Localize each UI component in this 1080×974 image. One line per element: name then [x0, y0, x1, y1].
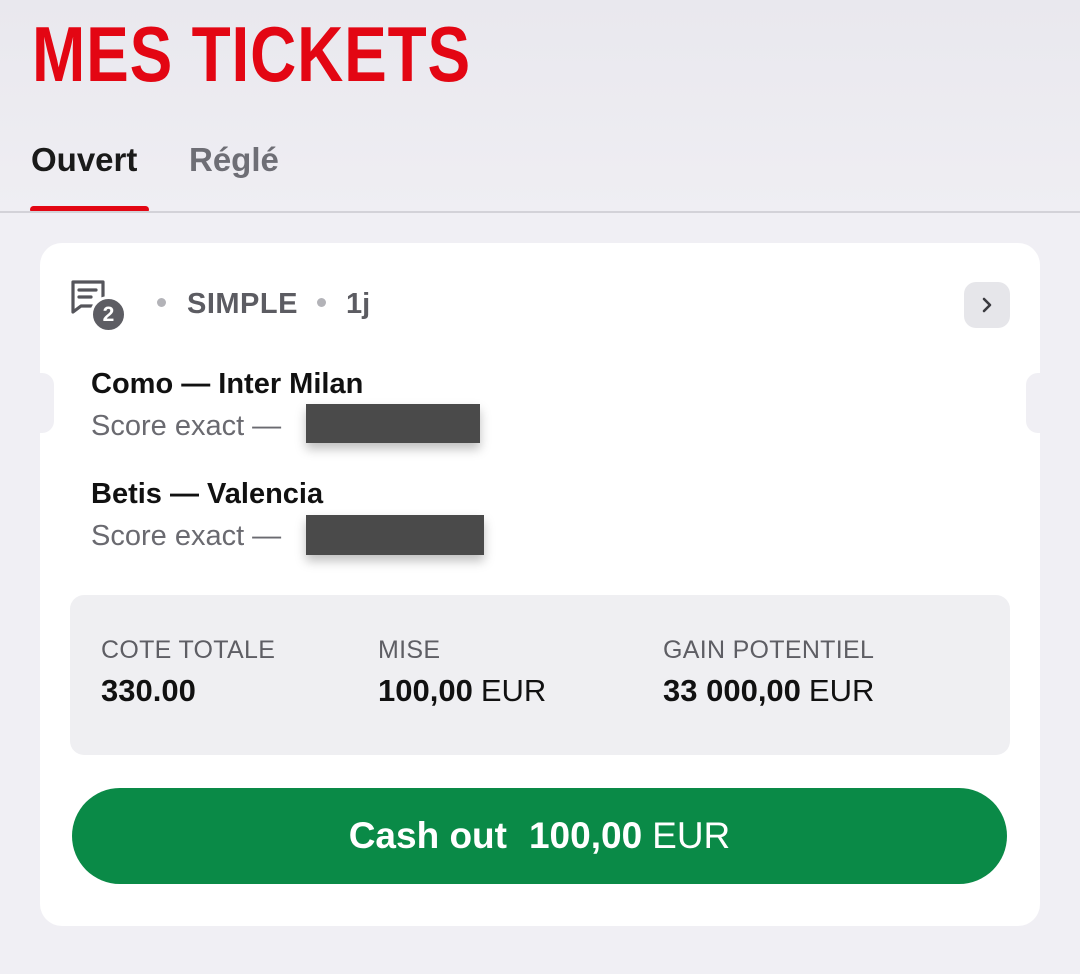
selection-market: Score exact — [91, 410, 282, 442]
cash-out-label: Cash out [348, 815, 507, 856]
total-odds-label: COTE TOTALE [101, 636, 276, 664]
potential-payout-value: 33 000,00 EUR [663, 673, 875, 708]
selection-market: Score exact — [91, 520, 282, 552]
tab-open[interactable]: Ouvert [31, 140, 137, 180]
ticket-notch-right [1026, 373, 1040, 433]
cash-out-amount: 100,00 [528, 815, 643, 856]
tab-settled[interactable]: Réglé [189, 140, 279, 180]
cash-out-button[interactable]: Cash out 100,00 EUR [72, 788, 1007, 884]
header: MES TICKETS Ouvert Réglé [0, 0, 1080, 213]
open-ticket-button[interactable] [964, 282, 1010, 328]
redacted-pick [306, 404, 480, 443]
separator-dot [317, 298, 326, 307]
selection-match: Betis — Valencia [91, 478, 324, 510]
separator-dot [157, 298, 166, 307]
selection-count-badge: 2 [90, 296, 127, 333]
tickets-page: MES TICKETS Ouvert Réglé 2 SIMPLE 1j Com… [0, 0, 1080, 974]
header-divider [0, 211, 1080, 213]
cash-out-currency: EUR [652, 815, 731, 856]
bet-type: SIMPLE [187, 288, 298, 320]
stake-label: MISE [378, 636, 441, 664]
bet-age: 1j [346, 288, 371, 320]
redacted-pick [306, 515, 484, 555]
stake-value: 100,00 EUR [378, 673, 547, 708]
total-odds-value: 330.00 [101, 673, 196, 708]
selection-match: Como — Inter Milan [91, 368, 364, 400]
ticket-notch-left [40, 373, 54, 433]
page-title: MES TICKETS [32, 10, 472, 98]
chevron-right-icon [982, 297, 992, 313]
potential-payout-label: GAIN POTENTIEL [663, 636, 875, 664]
